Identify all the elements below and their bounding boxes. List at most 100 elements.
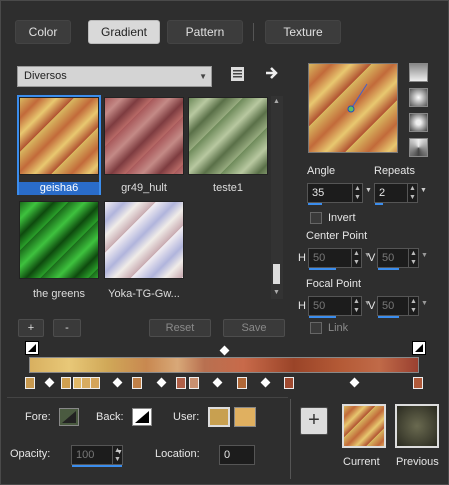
color-midpoint[interactable] <box>349 377 360 388</box>
spin-arrows-icon[interactable]: ▲ ▼ <box>407 184 417 202</box>
color-stop[interactable] <box>284 377 294 389</box>
user-color-swatch[interactable] <box>208 407 230 427</box>
gradient-dialog: Color Gradient Pattern Texture Diversos … <box>0 0 449 485</box>
angle-spinner[interactable]: 35 ▲ ▼ <box>307 183 363 205</box>
gradient-swatch[interactable] <box>104 201 184 279</box>
angle-value: 35 <box>312 187 325 199</box>
color-midpoint[interactable] <box>156 377 167 388</box>
user-color-swatch[interactable] <box>234 407 256 427</box>
add-button[interactable]: + <box>18 319 44 337</box>
previous-gradient-preview[interactable] <box>395 404 439 448</box>
color-stop[interactable] <box>189 377 199 389</box>
repeats-spinner[interactable]: 2 ▲ ▼ <box>374 183 418 205</box>
opacity-midpoint-marker[interactable] <box>219 345 230 356</box>
color-midpoint[interactable] <box>44 377 55 388</box>
arrow-right-icon[interactable] <box>263 65 281 83</box>
tab-color[interactable]: Color <box>15 20 71 44</box>
location-value: 0 <box>224 449 231 461</box>
gradient-preview[interactable] <box>308 63 398 153</box>
color-midpoint[interactable] <box>260 377 271 388</box>
color-stop[interactable] <box>237 377 247 389</box>
focal-v-level <box>378 316 399 318</box>
swatch-scrollbar[interactable]: ▲ ▼ <box>271 96 283 299</box>
center-h-label: H <box>298 252 306 264</box>
spin-arrows-icon[interactable]: ▲ ▼ <box>352 184 362 202</box>
chevron-down-icon[interactable]: ▼ <box>116 449 123 456</box>
color-stop[interactable] <box>132 377 142 389</box>
gradient-ramp[interactable] <box>29 357 419 373</box>
opacity-level <box>72 465 122 467</box>
focal-h-value: 50 <box>313 300 326 312</box>
radial-style-icon[interactable] <box>409 113 428 132</box>
tab-gradient[interactable]: Gradient <box>88 20 160 44</box>
fg-pick-icon[interactable] <box>25 341 39 355</box>
color-stop[interactable] <box>61 377 71 389</box>
gradient-swatch[interactable] <box>19 201 99 279</box>
back-swatch[interactable] <box>132 408 152 426</box>
center-point-label: Center Point <box>306 230 368 242</box>
center-v-label: V <box>368 252 376 264</box>
tab-texture[interactable]: Texture <box>265 20 341 44</box>
linear-style-icon[interactable] <box>409 63 428 82</box>
center-h-spinner[interactable]: 50 ▲ ▼ <box>308 248 362 270</box>
color-stop[interactable] <box>90 377 100 389</box>
bg-pick-icon[interactable] <box>412 341 426 355</box>
chevron-down-icon[interactable]: ▼ <box>421 252 428 259</box>
fore-swatch[interactable] <box>59 408 79 426</box>
focal-point-label: Focal Point <box>306 278 362 290</box>
spin-arrows-icon[interactable]: ▲ ▼ <box>351 297 361 315</box>
spin-arrows-icon[interactable]: ▲ ▼ <box>408 297 418 315</box>
focal-v-label: V <box>368 300 376 312</box>
rectangular-style-icon[interactable] <box>409 88 428 107</box>
center-v-level <box>378 268 399 270</box>
link-label: Link <box>328 322 349 334</box>
focal-h-spinner[interactable]: 50 ▲ ▼ <box>308 296 362 318</box>
current-gradient-preview[interactable] <box>342 404 386 448</box>
add-button[interactable]: + <box>300 407 328 435</box>
save-button[interactable]: Save <box>223 319 285 337</box>
divider <box>290 399 291 479</box>
color-stop[interactable] <box>413 377 423 389</box>
repeats-label: Repeats <box>374 165 415 177</box>
current-label: Current <box>343 456 380 468</box>
invert-checkbox[interactable] <box>310 212 322 224</box>
remove-button[interactable]: - <box>53 319 81 337</box>
angle-label: Angle <box>307 165 336 177</box>
scroll-up-icon[interactable]: ▲ <box>273 98 280 105</box>
user-label: User: <box>173 411 200 423</box>
color-stop[interactable] <box>25 377 35 389</box>
browse-icon[interactable] <box>229 65 247 83</box>
gradient-swatch[interactable] <box>104 97 184 175</box>
center-v-value: 50 <box>382 252 395 264</box>
gradient-label: geisha6 <box>19 182 99 195</box>
chevron-down-icon[interactable]: ▼ <box>365 187 372 194</box>
category-dropdown[interactable]: Diversos ▼ <box>17 66 212 87</box>
scroll-thumb[interactable] <box>273 264 280 284</box>
reset-button[interactable]: Reset <box>149 319 211 337</box>
opacity-value: 100 <box>76 449 95 461</box>
tab-divider <box>253 23 254 41</box>
center-h-value: 50 <box>313 252 326 264</box>
scroll-down-icon[interactable]: ▼ <box>273 289 280 296</box>
location-field[interactable]: 0 <box>219 445 255 465</box>
tab-pattern[interactable]: Pattern <box>167 20 243 44</box>
focal-v-spinner[interactable]: 50 ▲ ▼ <box>377 296 419 318</box>
chevron-down-icon[interactable]: ▼ <box>420 187 427 194</box>
spin-arrows-icon[interactable]: ▲ ▼ <box>408 249 418 267</box>
color-stop[interactable] <box>176 377 186 389</box>
center-v-spinner[interactable]: 50 ▲ ▼ <box>377 248 419 270</box>
gradient-label: the greens <box>33 288 85 300</box>
sunburst-style-icon[interactable] <box>409 138 428 157</box>
color-midpoint[interactable] <box>212 377 223 388</box>
previous-label: Previous <box>396 456 439 468</box>
opacity-label: Opacity: <box>10 448 51 460</box>
link-checkbox[interactable] <box>310 322 322 334</box>
invert-label: Invert <box>328 212 356 224</box>
gradient-swatch[interactable] <box>19 97 99 175</box>
spin-arrows-icon[interactable]: ▲ ▼ <box>351 249 361 267</box>
center-h-level <box>309 268 336 270</box>
gradient-swatch[interactable] <box>188 97 268 175</box>
color-midpoint[interactable] <box>112 377 123 388</box>
repeats-value: 2 <box>379 187 386 199</box>
chevron-down-icon[interactable]: ▼ <box>421 300 428 307</box>
